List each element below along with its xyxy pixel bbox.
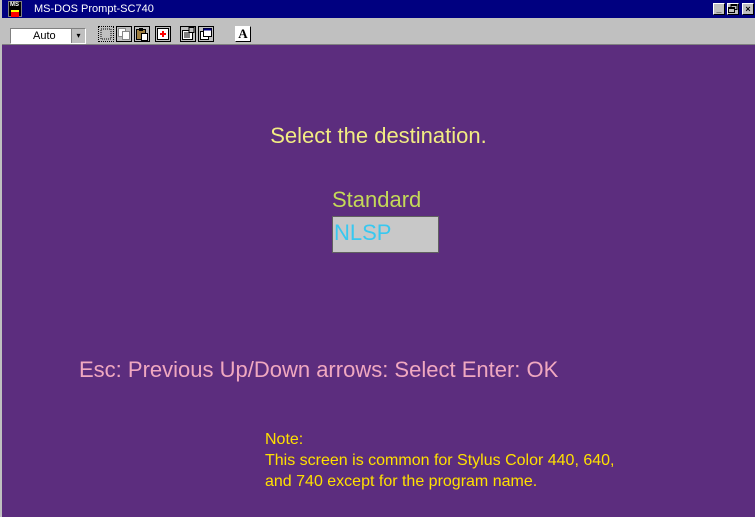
close-button[interactable]: × [742, 3, 754, 15]
copy-icon [118, 28, 130, 40]
restore-icon [728, 4, 738, 13]
paste-icon [136, 28, 148, 41]
background-icon [200, 28, 212, 40]
properties-icon [182, 27, 195, 40]
note-line-1: This screen is common for Stylus Color 4… [265, 452, 615, 469]
note-title: Note: [265, 431, 304, 448]
ms-dos-prompt-window: MS MS-DOS Prompt-SC740 _ × Auto ▾ A Sele… [0, 0, 755, 517]
minimize-button[interactable]: _ [713, 3, 725, 15]
option-standard[interactable]: Standard [332, 185, 421, 215]
restore-button[interactable] [727, 3, 739, 15]
app-icon-graphic [11, 10, 19, 17]
close-icon: × [745, 4, 751, 14]
font-button[interactable]: A [235, 26, 251, 42]
window-title: MS-DOS Prompt-SC740 [34, 3, 154, 15]
properties-button[interactable] [180, 26, 196, 42]
key-help-text: Esc: Previous Up/Down arrows: Select Ent… [79, 357, 559, 382]
ms-dos-icon[interactable]: MS [8, 1, 22, 17]
screen-heading: Select the destination. [270, 123, 487, 148]
mark-button[interactable] [98, 26, 114, 42]
copy-button[interactable] [116, 26, 132, 42]
minimize-icon: _ [716, 4, 722, 14]
note-line-2: and 740 except for the program name. [265, 473, 538, 490]
font-size-value: Auto [33, 30, 56, 42]
note-block: Note: This screen is common for Stylus C… [265, 429, 614, 492]
background-button[interactable] [198, 26, 214, 42]
option-nlsp-selected[interactable]: NLSP [332, 216, 439, 253]
chevron-down-icon[interactable]: ▾ [71, 29, 85, 43]
font-icon: A [238, 26, 248, 41]
app-icon-text: MS [10, 2, 19, 8]
dos-screen[interactable]: Select the destination. Standard NLSP Es… [2, 45, 755, 517]
full-screen-icon [157, 28, 169, 40]
title-bar[interactable]: MS MS-DOS Prompt-SC740 _ × [2, 0, 755, 18]
mark-icon [100, 28, 112, 40]
paste-button[interactable] [134, 26, 150, 42]
font-size-select[interactable]: Auto ▾ [10, 28, 86, 44]
toolbar: Auto ▾ A [2, 18, 755, 45]
full-screen-button[interactable] [155, 26, 171, 42]
